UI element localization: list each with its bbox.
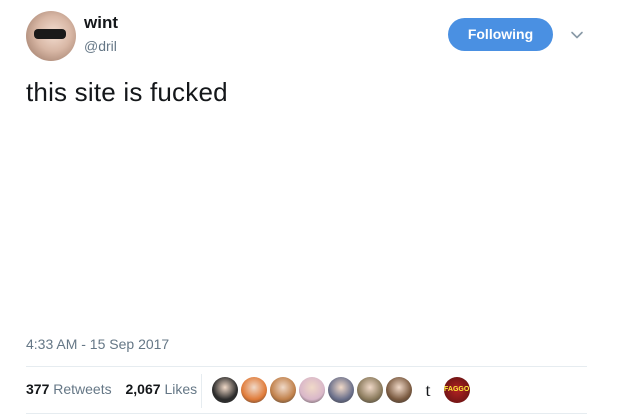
- tweet-text: this site is fucked: [26, 77, 228, 107]
- retweets-stat[interactable]: 377 Retweets: [26, 381, 112, 397]
- likes-stat[interactable]: 2,067 Likes: [126, 381, 198, 397]
- avatar-glasses-bridge: [48, 31, 52, 34]
- tweet-permalink: wint @dril Following this site is fucked…: [0, 0, 620, 420]
- liker-avatar[interactable]: [299, 377, 325, 403]
- tweet-timestamp[interactable]: 4:33 AM - 15 Sep 2017: [26, 336, 169, 352]
- tweet-stats: 377 Retweets 2,067 Likes: [26, 381, 207, 397]
- liker-avatar[interactable]: [357, 377, 383, 403]
- username[interactable]: @dril: [84, 38, 117, 54]
- likes-label: Likes: [164, 381, 198, 397]
- liker-avatar-letter[interactable]: t: [415, 377, 441, 403]
- liker-avatar-logo[interactable]: FAGGOT: [444, 377, 470, 403]
- likes-count: 2,067: [125, 381, 161, 397]
- retweets-label: Retweets: [53, 381, 112, 397]
- divider: [26, 413, 587, 414]
- liker-avatar[interactable]: [270, 377, 296, 403]
- divider: [26, 366, 587, 367]
- stats-divider: [201, 374, 202, 408]
- chevron-down-icon[interactable]: [569, 27, 585, 43]
- display-name[interactable]: wint: [84, 13, 118, 33]
- user-avatar[interactable]: [26, 11, 76, 61]
- liker-avatar[interactable]: [328, 377, 354, 403]
- liker-avatar[interactable]: [386, 377, 412, 403]
- following-button[interactable]: Following: [448, 18, 553, 51]
- retweets-count: 377: [26, 381, 50, 397]
- liker-avatar[interactable]: [212, 377, 238, 403]
- liker-avatar[interactable]: [241, 377, 267, 403]
